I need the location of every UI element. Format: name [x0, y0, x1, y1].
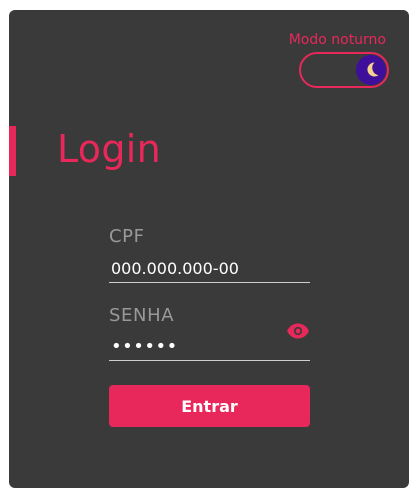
submit-button[interactable]: Entrar	[109, 385, 310, 427]
cpf-label: CPF	[109, 226, 145, 247]
password-field-group: SENHA ••••••	[109, 306, 310, 361]
moon-icon	[367, 62, 379, 77]
page-title: Login	[57, 127, 162, 171]
login-accent-bar	[9, 126, 16, 176]
password-mask: ••••••	[111, 336, 178, 357]
night-mode-toggle-group: Modo noturno	[269, 32, 389, 88]
night-mode-toggle[interactable]	[299, 52, 389, 88]
cpf-input[interactable]	[109, 256, 310, 283]
night-mode-toggle-knob	[356, 55, 386, 85]
night-mode-label: Modo noturno	[288, 32, 386, 48]
password-label: SENHA	[109, 305, 175, 326]
login-card: Modo noturno Login CPF SENHA •••••• Entr…	[9, 10, 409, 488]
password-input[interactable]: ••••••	[109, 323, 310, 361]
cpf-field-group: CPF	[109, 227, 310, 283]
eye-icon[interactable]	[286, 322, 310, 340]
